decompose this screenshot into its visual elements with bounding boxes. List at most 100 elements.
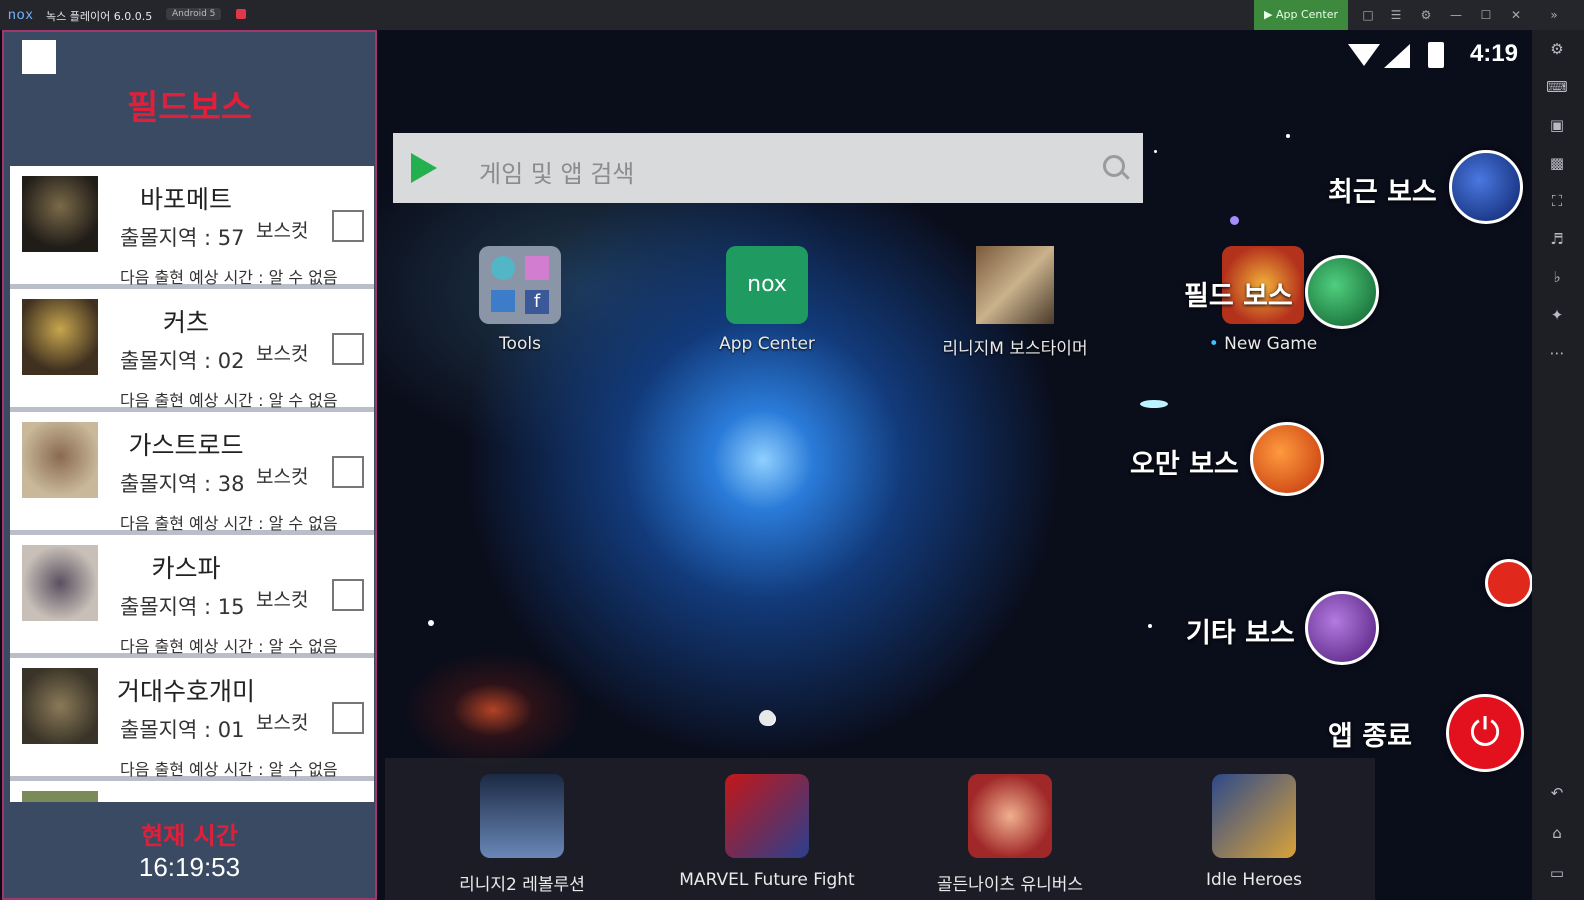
menu-icon[interactable]: ☰	[1386, 5, 1406, 25]
signal-icon	[1384, 44, 1410, 68]
gear-icon[interactable]: ⚙	[1546, 38, 1568, 60]
boss-list[interactable]: 바포메트 출몰지역 : 57 보스컷 다음 출현 예상 시간 : 알 수 없음 …	[10, 166, 374, 802]
marvel-app-icon	[725, 774, 809, 858]
current-time: 16:19:53	[138, 852, 241, 882]
boss-row[interactable]: 카스파 출몰지역 : 15 보스컷 다음 출현 예상 시간 : 알 수 없음	[10, 535, 374, 656]
boss-region: 출몰지역 : 38	[120, 472, 245, 496]
maximize-icon[interactable]: ☐	[1476, 5, 1496, 25]
app-center-button[interactable]: ▶ App Center	[1254, 0, 1348, 30]
lineage2-app-icon	[480, 774, 564, 858]
dock-app-label: Idle Heroes	[1206, 870, 1302, 890]
boss-cut-checkbox[interactable]	[332, 456, 364, 488]
boss-thumbnail	[22, 791, 98, 802]
boss-name: 바포메트	[139, 185, 232, 214]
oman-boss-label: 오만 보스	[1130, 449, 1239, 480]
app-tools-folder[interactable]: f Tools	[435, 246, 605, 354]
oman-boss-button[interactable]	[1250, 422, 1324, 496]
dock-app-idle-heroes[interactable]: Idle Heroes	[1149, 774, 1359, 890]
close-icon[interactable]: ✕	[1506, 5, 1526, 25]
app-label: 리니지M 보스타이머	[942, 339, 1088, 359]
battery-icon	[1428, 42, 1444, 68]
screen-icon[interactable]: ▣	[1546, 114, 1568, 136]
page-indicator-dot	[759, 710, 775, 726]
app-label: Tools	[499, 334, 541, 354]
dock-app-label: 골든나이츠 유니버스	[936, 875, 1084, 895]
shake-icon[interactable]: ✦	[1546, 304, 1568, 326]
boss-region: 출몰지역 : 01	[120, 718, 245, 742]
settings-icon[interactable]: ⚙	[1416, 5, 1436, 25]
boss-thumbnail	[22, 545, 98, 621]
boss-next-spawn: 다음 출현 예상 시간 : 알 수 없음	[120, 514, 338, 533]
minimize-icon[interactable]: —	[1446, 5, 1466, 25]
boss-name: 카스파	[151, 554, 221, 583]
boss-row[interactable]	[10, 781, 374, 802]
idle-heroes-app-icon	[1212, 774, 1296, 858]
record-icon[interactable]	[236, 9, 246, 19]
power-icon[interactable]: ⏻	[1446, 694, 1524, 772]
boss-cut-checkbox[interactable]	[332, 210, 364, 242]
google-play-icon	[411, 153, 437, 183]
screenshot-icon[interactable]: ▩	[1546, 152, 1568, 174]
volume-down-icon[interactable]: ♭	[1546, 266, 1568, 288]
boss-cut-label: 보스컷	[256, 220, 309, 242]
exit-app-label: 앱 종료	[1328, 721, 1412, 752]
floating-toggle-button[interactable]	[1485, 559, 1533, 607]
boss-thumbnail	[22, 422, 98, 498]
dock-app-lineage2[interactable]: 리니지2 레볼루션	[417, 774, 627, 895]
more-icon[interactable]: ⋯	[1546, 342, 1568, 364]
recent-boss-button[interactable]	[1449, 150, 1523, 224]
boss-next-spawn: 다음 출현 예상 시간 : 알 수 없음	[120, 268, 338, 287]
other-boss-label: 기타 보스	[1186, 618, 1295, 649]
app-app-center[interactable]: nox App Center	[682, 246, 852, 354]
panel-title: 필드보스	[126, 88, 253, 128]
dock-app-marvel[interactable]: MARVEL Future Fight	[662, 774, 872, 890]
search-icon[interactable]	[1103, 155, 1125, 177]
dock-app-golden-knights[interactable]: 골든나이츠 유니버스	[905, 774, 1115, 895]
app-label: App Center	[719, 334, 815, 354]
app-lineage-boss-timer[interactable]: 리니지M 보스타이머	[930, 246, 1100, 359]
panel-menu-button[interactable]	[22, 40, 56, 74]
boss-region: 출몰지역 : 57	[120, 226, 245, 250]
boss-cut-checkbox[interactable]	[332, 333, 364, 365]
android-version-badge: Android 5	[166, 8, 222, 20]
keyboard-icon[interactable]: ⌨	[1546, 76, 1568, 98]
app-dock: 리니지2 레볼루션 MARVEL Future Fight 골든나이츠 유니버스…	[385, 758, 1375, 900]
status-time: 4:19	[1469, 40, 1518, 67]
app-label: • New Game	[1208, 334, 1318, 354]
boss-region: 출몰지역 : 02	[120, 349, 245, 373]
boss-cut-checkbox[interactable]	[332, 579, 364, 611]
emulator-side-toolbar: ⚙ ⌨ ▣ ▩ ⛶ ♬ ♭ ✦ ⋯ ↶ ⌂ ▭	[1532, 30, 1584, 900]
boss-timer-app-icon	[976, 246, 1054, 324]
fullscreen-icon[interactable]: ⛶	[1546, 190, 1568, 212]
back-icon[interactable]: ↶	[1546, 782, 1568, 804]
field-boss-panel: 필드보스 바포메트 출몰지역 : 57 보스컷 다음 출현 예상 시간 : 알 …	[2, 30, 377, 900]
boss-cut-checkbox[interactable]	[332, 702, 364, 734]
current-time-label: 현재 시간	[141, 822, 238, 850]
boss-row[interactable]: 가스트로드 출몰지역 : 38 보스컷 다음 출현 예상 시간 : 알 수 없음	[10, 412, 374, 533]
field-boss-label: 필드 보스	[1184, 281, 1293, 312]
nox-logo: nox	[8, 6, 34, 22]
recent-apps-icon[interactable]: ▭	[1546, 862, 1568, 884]
home-icon[interactable]: ⌂	[1546, 822, 1568, 844]
other-boss-button[interactable]	[1305, 591, 1379, 665]
boss-thumbnail	[22, 299, 98, 375]
boss-cut-label: 보스컷	[256, 712, 309, 734]
boss-name: 커츠	[162, 308, 209, 337]
wifi-icon	[1348, 44, 1380, 66]
boss-next-spawn: 다음 출현 예상 시간 : 알 수 없음	[120, 391, 338, 410]
multi-instance-icon[interactable]: □	[1358, 5, 1378, 25]
boss-row[interactable]: 바포메트 출몰지역 : 57 보스컷 다음 출현 예상 시간 : 알 수 없음	[10, 166, 374, 287]
boss-row[interactable]: 거대수호개미 출몰지역 : 01 보스컷 다음 출현 예상 시간 : 알 수 없…	[10, 658, 374, 779]
app-center-label: App Center	[1275, 8, 1338, 21]
boss-next-spawn: 다음 출현 예상 시간 : 알 수 없음	[120, 760, 338, 779]
boss-thumbnail	[22, 668, 98, 744]
boss-cut-label: 보스컷	[256, 343, 309, 365]
field-boss-button[interactable]	[1305, 255, 1379, 329]
play-store-search-bar[interactable]: 게임 및 앱 검색	[393, 133, 1143, 203]
emulator-titlebar: nox 녹스 플레이어 6.0.0.5 Android 5 ▶ App Cent…	[0, 0, 1584, 30]
boss-cut-label: 보스컷	[256, 466, 309, 488]
boss-row[interactable]: 커츠 출몰지역 : 02 보스컷 다음 출현 예상 시간 : 알 수 없음	[10, 289, 374, 410]
collapse-sidebar-icon[interactable]: »	[1544, 5, 1564, 25]
volume-up-icon[interactable]: ♬	[1546, 228, 1568, 250]
tools-folder-icon: f	[479, 246, 561, 324]
